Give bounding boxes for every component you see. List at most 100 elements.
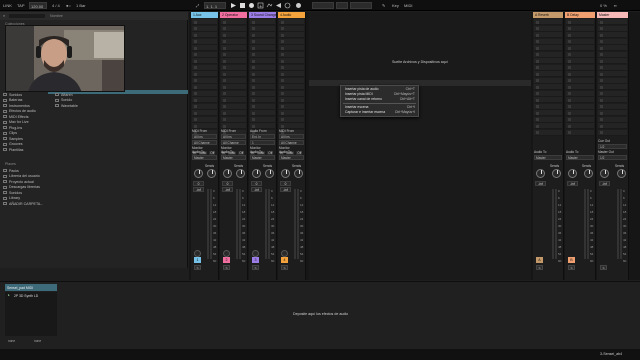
clip-stop-icon[interactable] [194, 27, 197, 30]
clip-stop-icon[interactable] [194, 33, 197, 37]
clip-slot[interactable] [221, 38, 246, 45]
clip-stop-icon[interactable] [281, 53, 284, 56]
clip-stop-icon[interactable] [600, 85, 603, 89]
clip-slot[interactable] [566, 84, 594, 90]
input-type-select[interactable]: Ext. In [250, 134, 275, 139]
clip-slot[interactable] [598, 45, 627, 51]
clip-stop-icon[interactable] [281, 111, 284, 115]
track-activator-button[interactable]: B [568, 257, 575, 263]
clip-slot[interactable] [250, 71, 275, 77]
clip-slot[interactable] [192, 25, 217, 32]
return-track-title[interactable]: A Reverb [533, 12, 563, 18]
clip-stop-icon[interactable] [223, 72, 226, 76]
clip-slot[interactable] [192, 19, 217, 25]
send-a-knob[interactable] [600, 169, 609, 178]
clip-slot[interactable] [534, 19, 562, 25]
output-select[interactable]: Master [221, 155, 246, 160]
clip-slot[interactable] [598, 129, 627, 136]
clip-stop-icon[interactable] [600, 59, 603, 63]
send-a-knob[interactable] [281, 169, 290, 178]
clip-stop-icon[interactable] [252, 40, 255, 43]
clip-slot[interactable] [534, 77, 562, 84]
clip-slot[interactable] [192, 58, 217, 64]
menu-item-insert-return-track[interactable]: Insertar canal de retorno Ctrl+Alt+T [345, 97, 415, 102]
clip-stop-icon[interactable] [536, 53, 539, 56]
clip-slot[interactable] [221, 77, 246, 84]
key-map-button[interactable]: Key [392, 3, 399, 8]
clip-slot[interactable] [279, 116, 304, 123]
clip-stop-icon[interactable] [536, 79, 539, 82]
clip-stop-icon[interactable] [568, 72, 571, 76]
clip-slot[interactable] [598, 123, 627, 129]
clip-slot[interactable] [566, 71, 594, 77]
clip-stop-icon[interactable] [536, 111, 539, 115]
output-select[interactable]: Master [192, 155, 217, 160]
output-select[interactable]: Master [534, 155, 562, 160]
input-channel-select[interactable]: All Channe [221, 140, 246, 145]
clip-stop-icon[interactable] [194, 40, 197, 43]
clip-stop-icon[interactable] [252, 98, 255, 102]
clip-slot[interactable] [279, 58, 304, 64]
clip-slot[interactable] [221, 45, 246, 51]
capture-midi-icon[interactable] [284, 2, 291, 9]
clip-slot[interactable] [250, 90, 275, 97]
loop-start[interactable] [312, 2, 334, 9]
master-track-title[interactable]: Master [597, 12, 628, 18]
clip-slot[interactable] [192, 84, 217, 90]
clip-slot[interactable] [250, 45, 275, 51]
clip-stop-icon[interactable] [536, 118, 539, 121]
clip-slot[interactable] [279, 71, 304, 77]
clip-slot[interactable] [534, 116, 562, 123]
send-a-knob[interactable] [223, 169, 232, 178]
clip-slot[interactable] [221, 64, 246, 71]
clip-slot[interactable] [598, 19, 627, 25]
clip-slot[interactable] [598, 84, 627, 90]
clip-slot[interactable] [566, 77, 594, 84]
clip-slot[interactable] [279, 19, 304, 25]
record-arm-button[interactable] [223, 250, 230, 257]
clip-slot[interactable] [566, 116, 594, 123]
clip-slot[interactable] [598, 64, 627, 71]
clip-stop-icon[interactable] [252, 20, 255, 24]
clip-slot[interactable] [221, 116, 246, 123]
clip-stop-icon[interactable] [600, 20, 603, 24]
clip-stop-icon[interactable] [252, 66, 255, 69]
clip-stop-icon[interactable] [223, 40, 226, 43]
clip-stop-icon[interactable] [281, 72, 284, 76]
send-b-knob[interactable] [617, 169, 626, 178]
clip-slot[interactable] [279, 90, 304, 97]
volume-readout[interactable]: 0 [222, 181, 233, 186]
clip-slot[interactable] [598, 32, 627, 38]
clip-stop-icon[interactable] [600, 46, 603, 50]
clip-slot[interactable] [598, 71, 627, 77]
category-item[interactable]: Plantillas [3, 147, 36, 153]
clip-stop-icon[interactable] [252, 124, 255, 128]
session-record-icon[interactable] [295, 2, 302, 9]
clip-stop-icon[interactable] [194, 98, 197, 102]
send-b-knob[interactable] [584, 169, 593, 178]
file-item[interactable]: Wavetable [55, 103, 78, 109]
volume-readout[interactable]: -inf [535, 181, 546, 186]
solo-button[interactable]: S [600, 265, 607, 270]
clip-stop-icon[interactable] [281, 40, 284, 43]
clip-slot[interactable] [566, 97, 594, 103]
punch-toggle[interactable] [336, 2, 348, 9]
clip-slot[interactable] [598, 51, 627, 58]
clip-slot[interactable] [192, 97, 217, 103]
input-type-select[interactable]: All Ins [221, 134, 246, 139]
record-icon[interactable] [248, 2, 255, 9]
clip-stop-icon[interactable] [536, 46, 539, 50]
overdub-icon[interactable]: + [257, 2, 264, 9]
clip-stop-icon[interactable] [536, 98, 539, 102]
track-activator-button[interactable]: 3 [252, 257, 259, 263]
quant-menu[interactable]: 1 Bar [76, 3, 86, 8]
clip-stop-icon[interactable] [600, 131, 603, 134]
clip-stop-icon[interactable] [281, 59, 284, 63]
device-chain-header[interactable]: Sensei_pad MIDI [5, 284, 57, 291]
clip-stop-icon[interactable] [600, 105, 603, 108]
solo-button[interactable]: S [223, 265, 230, 270]
clip-stop-icon[interactable] [536, 72, 539, 76]
send-a-knob[interactable] [568, 169, 577, 178]
metronome-icon[interactable]: ●○ [66, 3, 71, 8]
loop-length[interactable] [350, 2, 372, 9]
